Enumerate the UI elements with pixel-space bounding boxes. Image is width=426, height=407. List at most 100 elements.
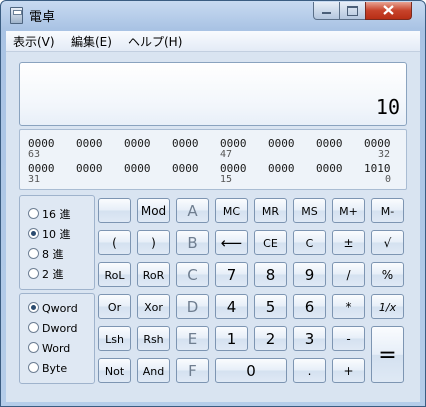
radio-oct[interactable]: 8 進 (28, 246, 64, 262)
radio-qword[interactable]: Qword (28, 302, 78, 315)
plus-minus-button[interactable]: ± (332, 230, 365, 255)
hex-a-button[interactable]: A (176, 198, 209, 223)
calculator-body: 10 0000 0000 0000 0000 0000 0000 0000 00… (6, 52, 420, 402)
multiply-button[interactable]: * (332, 294, 365, 319)
radio-byte-dot (28, 362, 39, 373)
result-display: 10 (19, 62, 407, 126)
rol-button[interactable]: RoL (98, 262, 131, 287)
hex-d-button[interactable]: D (176, 294, 209, 319)
sqrt-button[interactable]: √ (371, 230, 404, 255)
bit-index: 15 (220, 174, 233, 185)
m-plus-button[interactable]: M+ (332, 198, 365, 223)
bit-group[interactable]: 0000 (268, 137, 295, 150)
bit-group[interactable]: 0000 (76, 137, 103, 150)
percent-button[interactable]: % (371, 262, 404, 287)
lsh-button[interactable]: Lsh (98, 326, 131, 351)
mod-button[interactable]: Mod (137, 198, 170, 223)
clear-button[interactable]: C (293, 230, 326, 255)
menu-help[interactable]: ヘルプ(H) (128, 33, 182, 50)
hex-c-button[interactable]: C (176, 262, 209, 287)
bit-index: 0 (385, 174, 392, 185)
maximize-button[interactable] (339, 2, 366, 20)
bit-group[interactable]: 0000 (172, 162, 199, 175)
hex-f-button[interactable]: F (176, 358, 209, 383)
radio-byte[interactable]: Byte (28, 362, 67, 375)
backspace-button[interactable]: ⟵ (215, 230, 248, 255)
close-icon (383, 5, 394, 15)
ms-button[interactable]: MS (293, 198, 326, 223)
radio-oct-label: 8 進 (42, 248, 64, 261)
radio-hex-dot (28, 208, 39, 219)
digit-8-button[interactable]: 8 (254, 262, 287, 287)
digit-1-button[interactable]: 1 (215, 326, 248, 351)
subtract-button[interactable]: - (332, 326, 365, 351)
minimize-button[interactable] (313, 2, 340, 20)
decimal-button[interactable]: . (293, 358, 326, 383)
divide-button[interactable]: / (332, 262, 365, 287)
mr-button[interactable]: MR (254, 198, 287, 223)
bit-group[interactable]: 0000 (124, 162, 151, 175)
bit-index: 31 (28, 174, 41, 185)
rsh-button[interactable]: Rsh (137, 326, 170, 351)
radio-hex-label: 16 進 (42, 208, 71, 221)
ror-button[interactable]: RoR (137, 262, 170, 287)
bit-group[interactable]: 0000 (268, 162, 295, 175)
digit-3-button[interactable]: 3 (293, 326, 326, 351)
radio-dec-label: 10 進 (42, 228, 71, 241)
ce-button[interactable]: CE (254, 230, 287, 255)
radio-dec-dot (28, 228, 39, 239)
bit-index: 32 (378, 149, 391, 160)
radio-word[interactable]: Word (28, 342, 70, 355)
radio-word-label: Word (42, 342, 71, 355)
hex-e-button[interactable]: E (176, 326, 209, 351)
bit-group[interactable]: 0000 (316, 162, 343, 175)
calculator-window: 電卓 表示(V) 編集(E) ヘルプ(H) 10 0000 0000 0000 … (0, 0, 426, 407)
digit-5-button[interactable]: 5 (254, 294, 287, 319)
or-button[interactable]: Or (98, 294, 131, 319)
bit-display: 0000 0000 0000 0000 0000 0000 0000 0000 … (19, 129, 407, 190)
radio-bin[interactable]: 2 進 (28, 266, 64, 282)
add-button[interactable]: + (332, 358, 365, 383)
digit-9-button[interactable]: 9 (293, 262, 326, 287)
radio-dword-label: Dword (42, 322, 78, 335)
digit-0-button[interactable]: 0 (215, 358, 287, 383)
window-title: 電卓 (29, 10, 56, 25)
m-minus-button[interactable]: M- (371, 198, 404, 223)
menu-bar: 表示(V) 編集(E) ヘルプ(H) (6, 31, 420, 52)
reciprocal-button[interactable]: 1/x (371, 294, 404, 319)
menu-edit[interactable]: 編集(E) (71, 33, 112, 50)
menu-view[interactable]: 表示(V) (13, 33, 55, 50)
radio-dword-dot (28, 322, 39, 333)
xor-button[interactable]: Xor (137, 294, 170, 319)
title-bar[interactable]: 電卓 (1, 1, 425, 29)
bit-group[interactable]: 0000 (124, 137, 151, 150)
bit-group[interactable]: 0000 (316, 137, 343, 150)
equals-button[interactable]: = (371, 326, 404, 383)
bit-index: 63 (28, 149, 41, 160)
radio-dec[interactable]: 10 進 (28, 226, 71, 242)
radio-word-dot (28, 342, 39, 353)
close-paren-button[interactable]: ) (137, 230, 170, 255)
open-paren-button[interactable]: ( (98, 230, 131, 255)
digit-6-button[interactable]: 6 (293, 294, 326, 319)
not-button[interactable]: Not (98, 358, 131, 383)
radio-bin-dot (28, 268, 39, 279)
bit-group[interactable]: 0000 (76, 162, 103, 175)
close-button[interactable] (365, 2, 412, 20)
radio-qword-dot (28, 302, 39, 313)
radio-hex[interactable]: 16 進 (28, 206, 71, 222)
blank-button[interactable] (98, 198, 131, 223)
bit-index: 47 (220, 149, 233, 160)
mc-button[interactable]: MC (215, 198, 248, 223)
radio-dword[interactable]: Dword (28, 322, 78, 335)
digit-7-button[interactable]: 7 (215, 262, 248, 287)
word-size-group: Qword Dword Word Byte (19, 293, 95, 384)
hex-b-button[interactable]: B (176, 230, 209, 255)
bit-group[interactable]: 0000 (172, 137, 199, 150)
digit-2-button[interactable]: 2 (254, 326, 287, 351)
radio-byte-label: Byte (42, 362, 68, 375)
radio-qword-label: Qword (42, 302, 78, 315)
and-button[interactable]: And (137, 358, 170, 383)
digit-4-button[interactable]: 4 (215, 294, 248, 319)
calculator-icon (10, 7, 23, 24)
